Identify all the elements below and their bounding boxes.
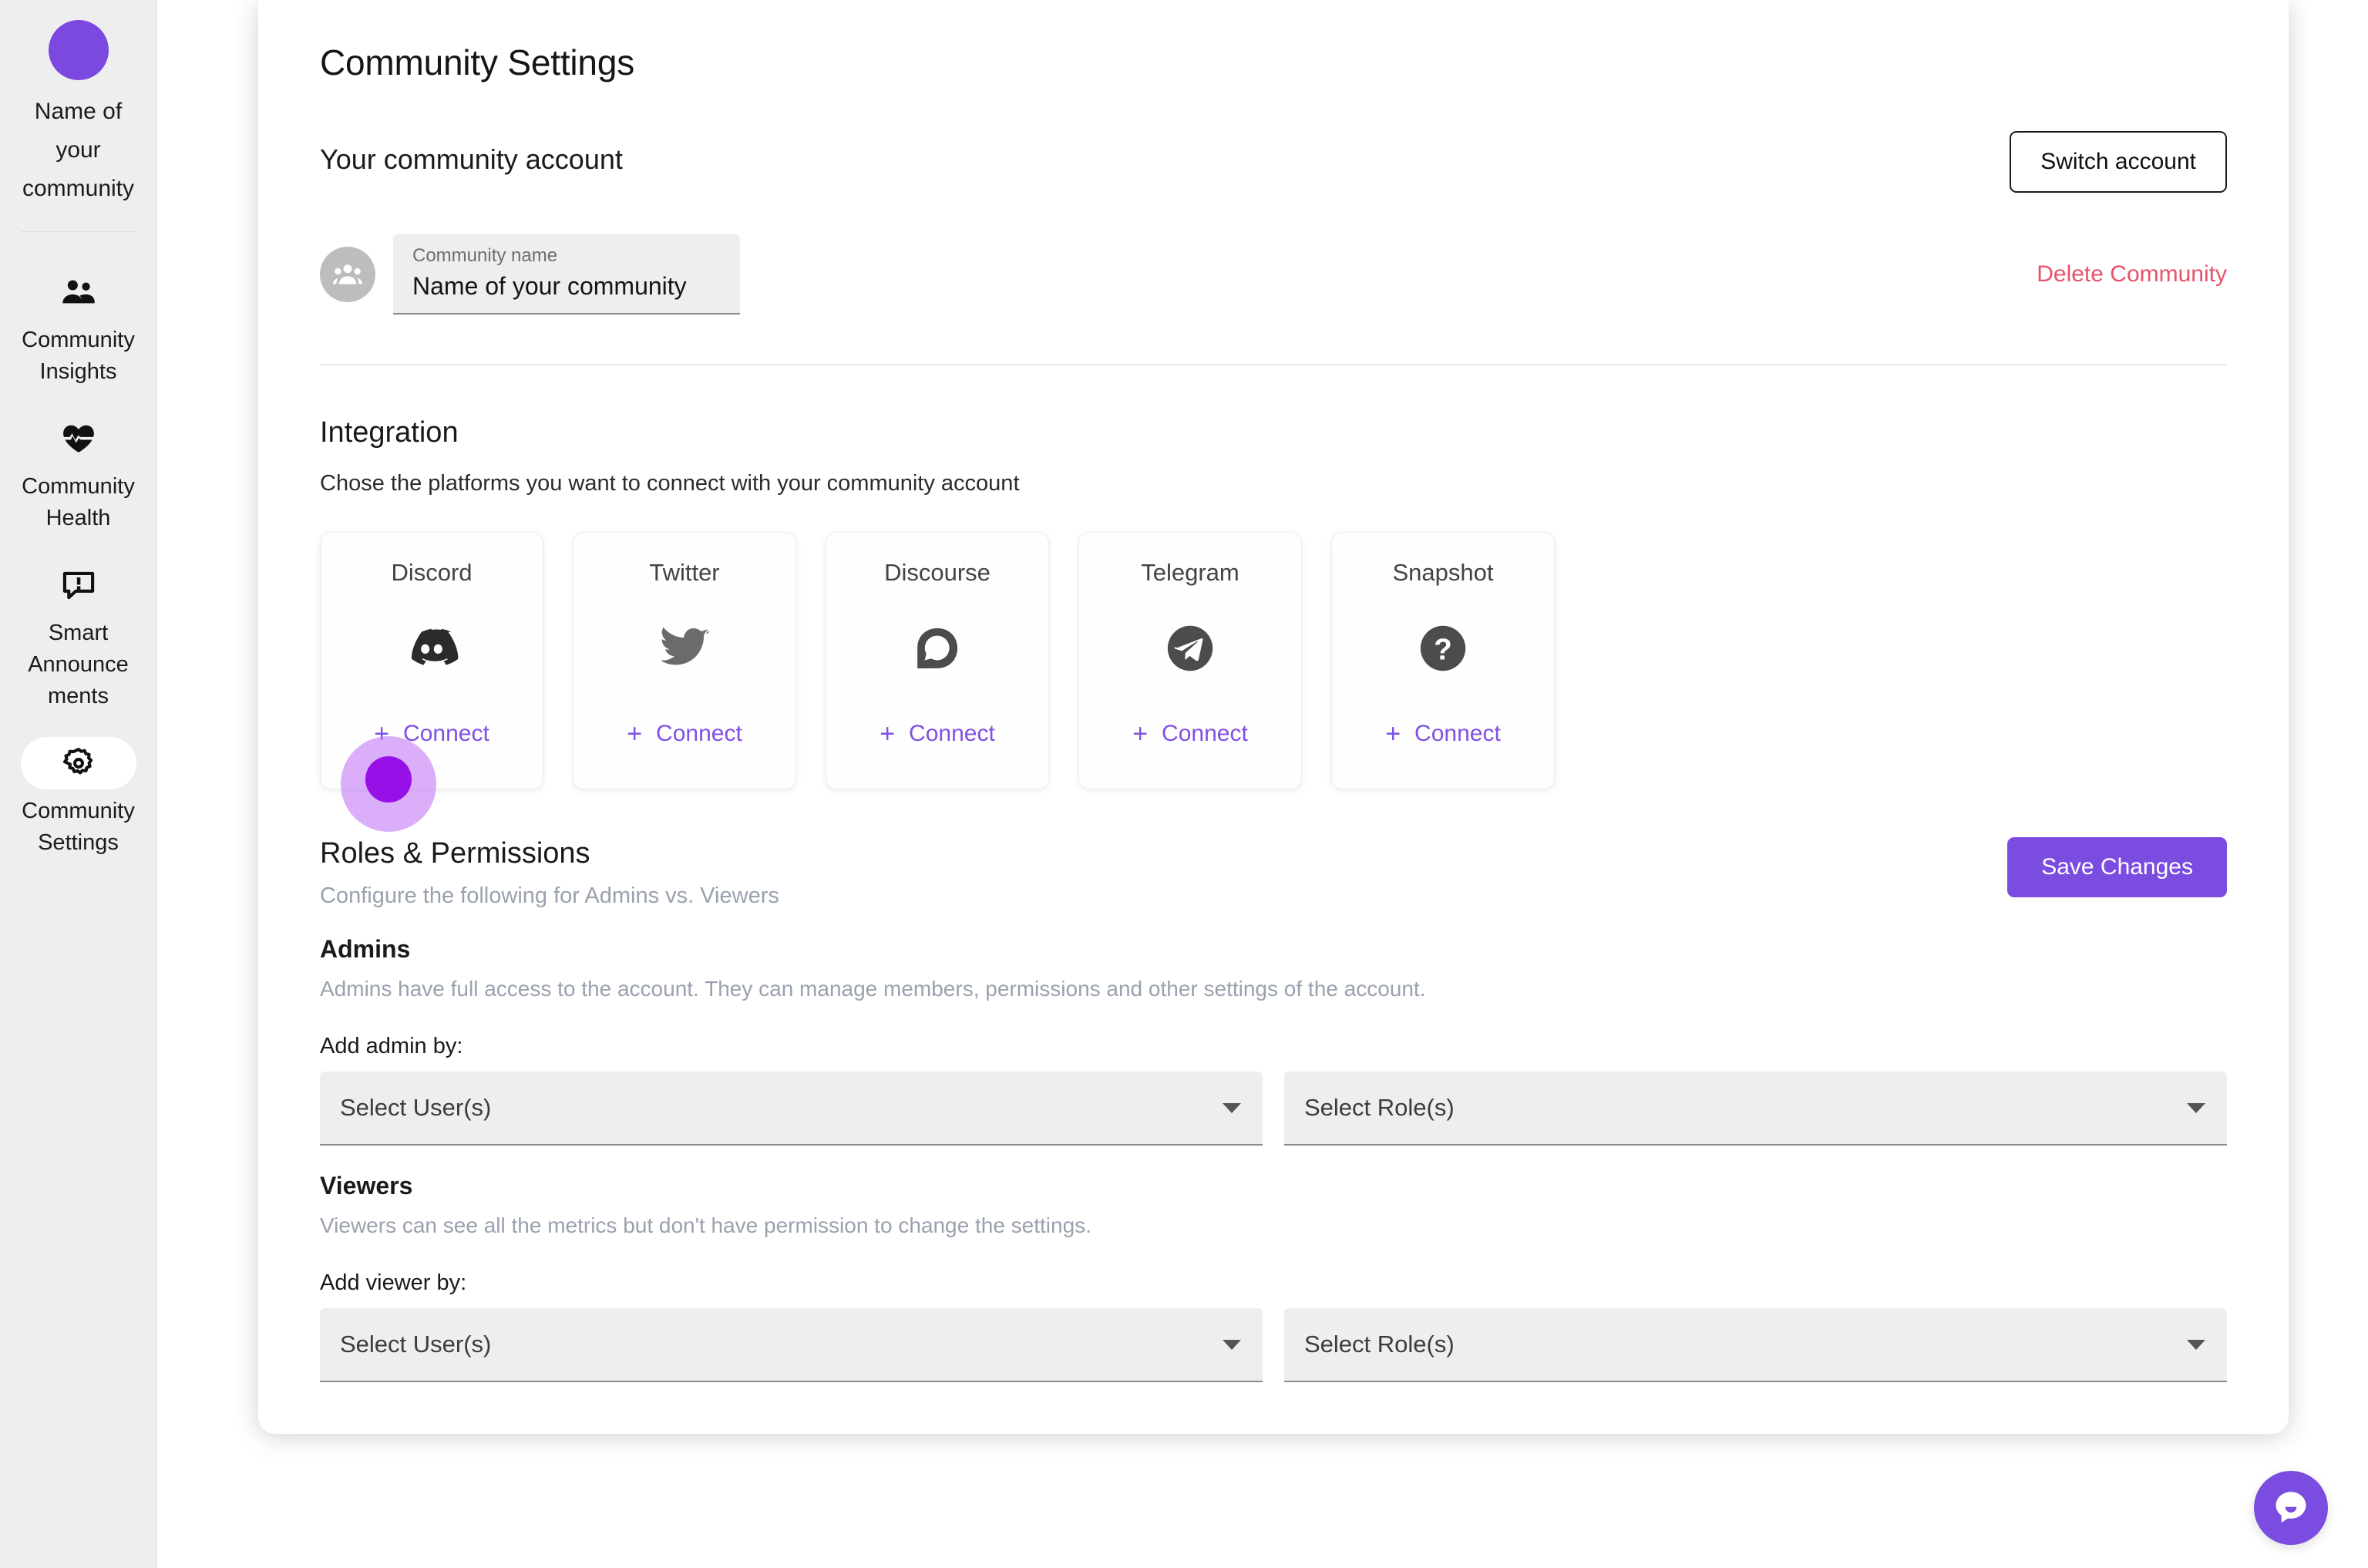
community-name-input[interactable]: Community name Name of your community	[393, 234, 740, 315]
avatar	[320, 247, 375, 302]
viewers-heading: Viewers	[320, 1172, 2227, 1200]
admins-description: Admins have full access to the account. …	[320, 977, 2227, 1001]
chat-bubble-icon	[2271, 1488, 2311, 1528]
delete-community-link[interactable]: Delete Community	[2037, 261, 2227, 288]
account-row: Community name Name of your community De…	[320, 234, 2227, 365]
platform-name: Twitter	[649, 559, 719, 587]
community-name-label: Community name	[412, 244, 721, 268]
discourse-icon	[915, 622, 960, 675]
viewer-select-row: Select User(s) Select Role(s)	[320, 1308, 2227, 1382]
main-area: Community Settings Your community accoun…	[157, 0, 2368, 1568]
plus-icon: +	[627, 721, 642, 747]
click-ripple-outer	[341, 736, 436, 832]
platform-card-discourse[interactable]: Discourse + Connect	[826, 532, 1049, 789]
account-section-header: Your community account Switch account	[320, 143, 2227, 193]
sidebar-brand: Name of your community	[0, 20, 156, 227]
connect-label: Connect	[1414, 721, 1501, 747]
viewer-role-select-value: Select Role(s)	[1304, 1331, 1455, 1358]
community-name-value[interactable]: Name of your community	[412, 269, 721, 303]
platform-name: Discord	[391, 559, 472, 587]
admin-user-select[interactable]: Select User(s)	[320, 1072, 1263, 1146]
sidebar-item-label: Community Insights	[20, 325, 137, 388]
admins-heading: Admins	[320, 935, 2227, 964]
sidebar-item-label: Community Settings	[20, 796, 137, 859]
sidebar: Name of your community Community Insight…	[0, 0, 157, 1568]
plus-icon: +	[1132, 721, 1148, 747]
chevron-down-icon	[1223, 1103, 1241, 1113]
sidebar-item-community-settings[interactable]: Community Settings	[0, 726, 156, 873]
platform-card-discord[interactable]: Discord + Connect	[320, 532, 543, 789]
discord-icon	[403, 622, 460, 675]
plus-icon: +	[1385, 721, 1401, 747]
community-brand-name: Name of your community	[21, 93, 136, 208]
connect-button[interactable]: + Connect	[826, 721, 1048, 747]
cursor-dot	[365, 756, 412, 803]
roles-section-header: Roles & Permissions Configure the follow…	[320, 837, 2227, 909]
roles-heading: Roles & Permissions	[320, 837, 779, 870]
sidebar-item-community-insights[interactable]: Community Insights	[0, 255, 156, 402]
announcement-icon	[21, 559, 136, 611]
roles-heading-group: Roles & Permissions Configure the follow…	[320, 837, 779, 909]
account-heading: Your community account	[320, 143, 623, 176]
save-changes-button[interactable]: Save Changes	[2007, 837, 2227, 897]
connect-label: Connect	[909, 721, 995, 747]
connect-button[interactable]: + Connect	[1079, 721, 1301, 747]
admin-role-select-value: Select Role(s)	[1304, 1094, 1455, 1122]
people-icon	[21, 266, 136, 318]
integration-heading: Integration	[320, 416, 2227, 449]
platform-card-telegram[interactable]: Telegram + Connect	[1078, 532, 1302, 789]
question-mark-icon: ?	[1419, 622, 1467, 675]
viewer-user-select[interactable]: Select User(s)	[320, 1308, 1263, 1382]
connect-label: Connect	[1162, 721, 1248, 747]
connect-button[interactable]: + Connect	[1332, 721, 1554, 747]
platform-card-twitter[interactable]: Twitter + Connect	[573, 532, 796, 789]
connect-button[interactable]: + Connect	[321, 721, 543, 747]
twitter-icon	[659, 622, 710, 675]
page-title: Community Settings	[320, 0, 2227, 83]
chevron-down-icon	[1223, 1340, 1241, 1350]
admin-user-select-value: Select User(s)	[340, 1094, 491, 1122]
sidebar-item-label: Community Health	[20, 471, 137, 534]
sidebar-item-community-health[interactable]: Community Health	[0, 402, 156, 548]
platform-card-snapshot[interactable]: Snapshot ? + Connect	[1331, 532, 1555, 789]
add-viewer-label: Add viewer by:	[320, 1270, 2227, 1296]
roles-subtitle: Configure the following for Admins vs. V…	[320, 883, 779, 909]
sidebar-nav: Community Insights Community Health	[0, 255, 156, 873]
plus-icon: +	[880, 721, 895, 747]
sidebar-item-label: Smart Announcements	[20, 617, 137, 712]
admin-select-row: Select User(s) Select Role(s)	[320, 1072, 2227, 1146]
account-identity: Community name Name of your community	[320, 234, 740, 315]
sidebar-item-smart-announcements[interactable]: Smart Announcements	[0, 548, 156, 726]
switch-account-button[interactable]: Switch account	[2010, 131, 2227, 193]
gear-icon	[21, 737, 136, 789]
viewer-user-select-value: Select User(s)	[340, 1331, 491, 1358]
sidebar-divider	[21, 231, 136, 232]
app-root: Name of your community Community Insight…	[0, 0, 2368, 1568]
connect-button[interactable]: + Connect	[574, 721, 796, 747]
platform-name: Discourse	[884, 559, 991, 587]
connect-label: Connect	[656, 721, 742, 747]
heart-pulse-icon	[21, 412, 136, 465]
integration-cards: Discord + Connect	[320, 532, 2227, 789]
admin-role-select[interactable]: Select Role(s)	[1284, 1072, 2227, 1146]
platform-name: Snapshot	[1393, 559, 1494, 587]
svg-text:?: ?	[1434, 633, 1452, 666]
integration-subtitle: Chose the platforms you want to connect …	[320, 471, 2227, 496]
chat-widget-button[interactable]	[2254, 1471, 2328, 1545]
chevron-down-icon	[2187, 1103, 2205, 1113]
add-admin-label: Add admin by:	[320, 1034, 2227, 1059]
settings-panel: Community Settings Your community accoun…	[258, 0, 2289, 1434]
viewers-description: Viewers can see all the metrics but don'…	[320, 1213, 2227, 1238]
telegram-icon	[1166, 622, 1214, 675]
plus-icon: +	[374, 721, 389, 747]
connect-label: Connect	[403, 721, 489, 747]
viewer-role-select[interactable]: Select Role(s)	[1284, 1308, 2227, 1382]
platform-name: Telegram	[1141, 559, 1240, 587]
chevron-down-icon	[2187, 1340, 2205, 1350]
community-avatar	[49, 20, 109, 80]
